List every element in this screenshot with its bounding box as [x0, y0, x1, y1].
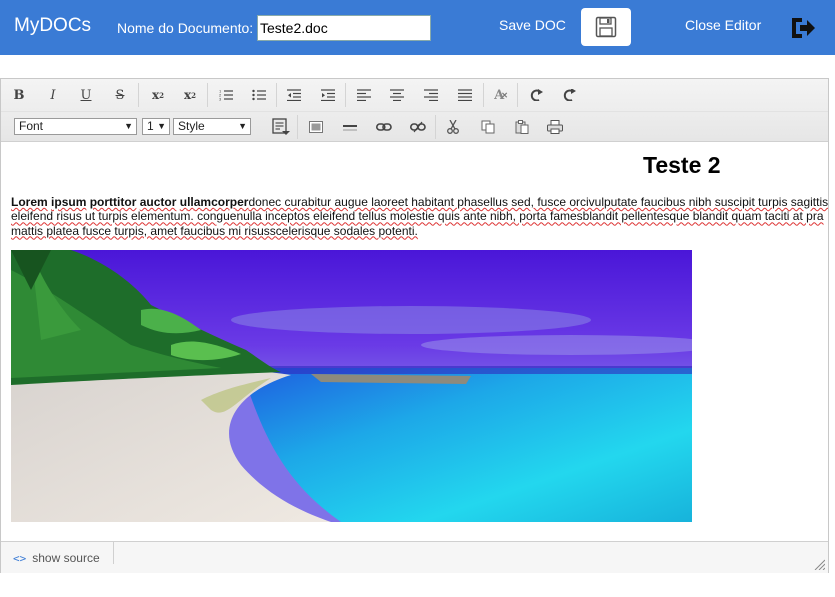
horizontal-rule-icon[interactable] [338, 116, 362, 138]
editor-statusbar: <> show source [1, 541, 828, 573]
style-select[interactable]: Style ▼ [173, 118, 251, 135]
document-paragraph: Lorem ipsum porttitor auctor ullamcorper… [11, 195, 828, 238]
underline-icon[interactable]: U [74, 84, 98, 106]
paste-icon[interactable] [510, 116, 534, 138]
size-select[interactable]: 1 ▼ [142, 118, 170, 135]
editor-toolbar: B I U S x2 x2 123 A ✕ Font ▼ 1 ▼ Style ▼ [1, 79, 828, 142]
superscript-icon[interactable]: x2 [178, 84, 202, 106]
exit-icon[interactable] [789, 15, 817, 41]
floppy-disk-icon [595, 16, 617, 38]
show-source-button[interactable]: <> show source [13, 551, 100, 565]
indent-icon[interactable] [316, 84, 340, 106]
editor-content[interactable]: Teste 2 Lorem ipsum porttitor auctor ull… [1, 142, 828, 540]
align-center-icon[interactable] [385, 84, 409, 106]
save-doc-link[interactable]: Save DOC [499, 17, 566, 33]
unordered-list-icon[interactable] [247, 84, 271, 106]
cut-icon[interactable] [441, 116, 465, 138]
redo-icon[interactable] [557, 84, 581, 106]
doc-name-label: Nome do Documento: [117, 20, 254, 36]
image-icon[interactable] [304, 116, 328, 138]
undo-icon[interactable] [524, 84, 548, 106]
resize-handle-icon[interactable] [813, 558, 825, 570]
italic-icon[interactable]: I [41, 84, 65, 106]
save-button[interactable] [581, 8, 631, 46]
toolbar-row-1: B I U S x2 x2 123 A ✕ [1, 80, 828, 110]
print-icon[interactable] [543, 116, 567, 138]
toolbar-row-2: Font ▼ 1 ▼ Style ▼ [1, 111, 828, 142]
align-justify-icon[interactable] [453, 84, 477, 106]
copy-icon[interactable] [476, 116, 500, 138]
ordered-list-icon[interactable]: 123 [214, 84, 238, 106]
align-left-icon[interactable] [352, 84, 376, 106]
strikethrough-icon[interactable]: S [108, 84, 132, 106]
brand-logo: MyDOCs [14, 15, 92, 36]
close-editor-link[interactable]: Close Editor [685, 17, 761, 33]
bold-icon[interactable]: B [7, 84, 31, 106]
remove-format-icon[interactable]: A ✕ [489, 84, 513, 106]
code-icon: <> [13, 552, 27, 565]
insert-block-icon[interactable] [269, 116, 293, 138]
link-icon[interactable] [372, 116, 396, 138]
svg-text:3: 3 [219, 97, 222, 102]
unlink-icon[interactable] [406, 116, 430, 138]
subscript-icon[interactable]: x2 [146, 84, 170, 106]
document-heading: Teste 2 [643, 152, 721, 178]
font-select[interactable]: Font ▼ [14, 118, 137, 135]
rich-text-editor: B I U S x2 x2 123 A ✕ Font ▼ 1 ▼ Style ▼… [0, 78, 829, 573]
top-bar: MyDOCs Nome do Documento: Save DOC Close… [0, 0, 835, 55]
beach-image [11, 250, 692, 522]
align-right-icon[interactable] [419, 84, 443, 106]
outdent-icon[interactable] [282, 84, 306, 106]
doc-name-input[interactable] [257, 15, 431, 41]
